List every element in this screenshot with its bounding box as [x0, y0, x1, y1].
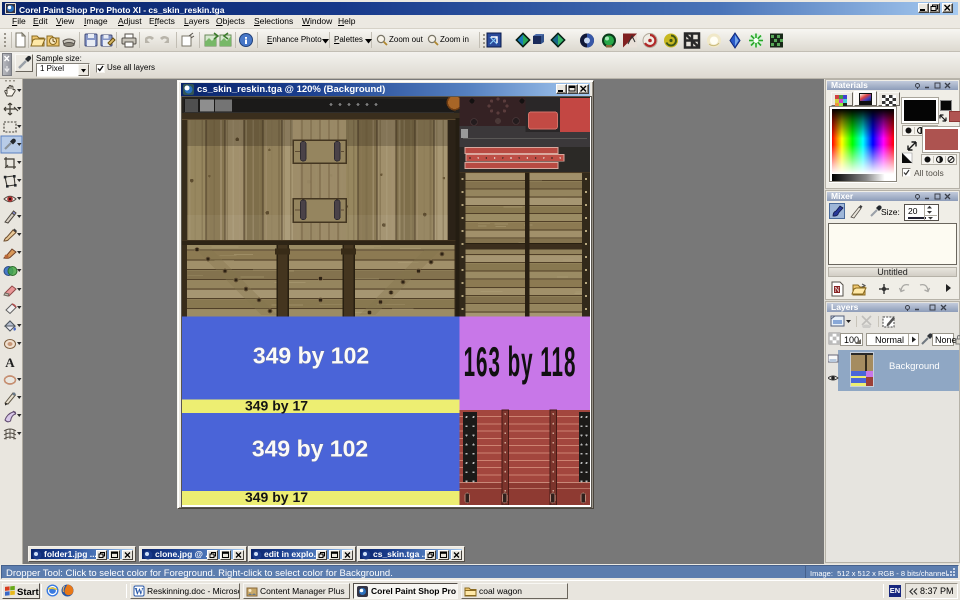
- svg-text:N: N: [834, 286, 839, 294]
- svg-text:349 by 17: 349 by 17: [245, 489, 308, 505]
- svg-text:349 by 102: 349 by 102: [253, 343, 369, 369]
- svg-text:349 by 102: 349 by 102: [252, 436, 368, 462]
- svg-text:A: A: [5, 355, 15, 370]
- svg-text:349 by 17: 349 by 17: [245, 398, 308, 414]
- svg-text:163 by 118: 163 by 118: [464, 339, 577, 386]
- svg-text:W: W: [135, 587, 144, 597]
